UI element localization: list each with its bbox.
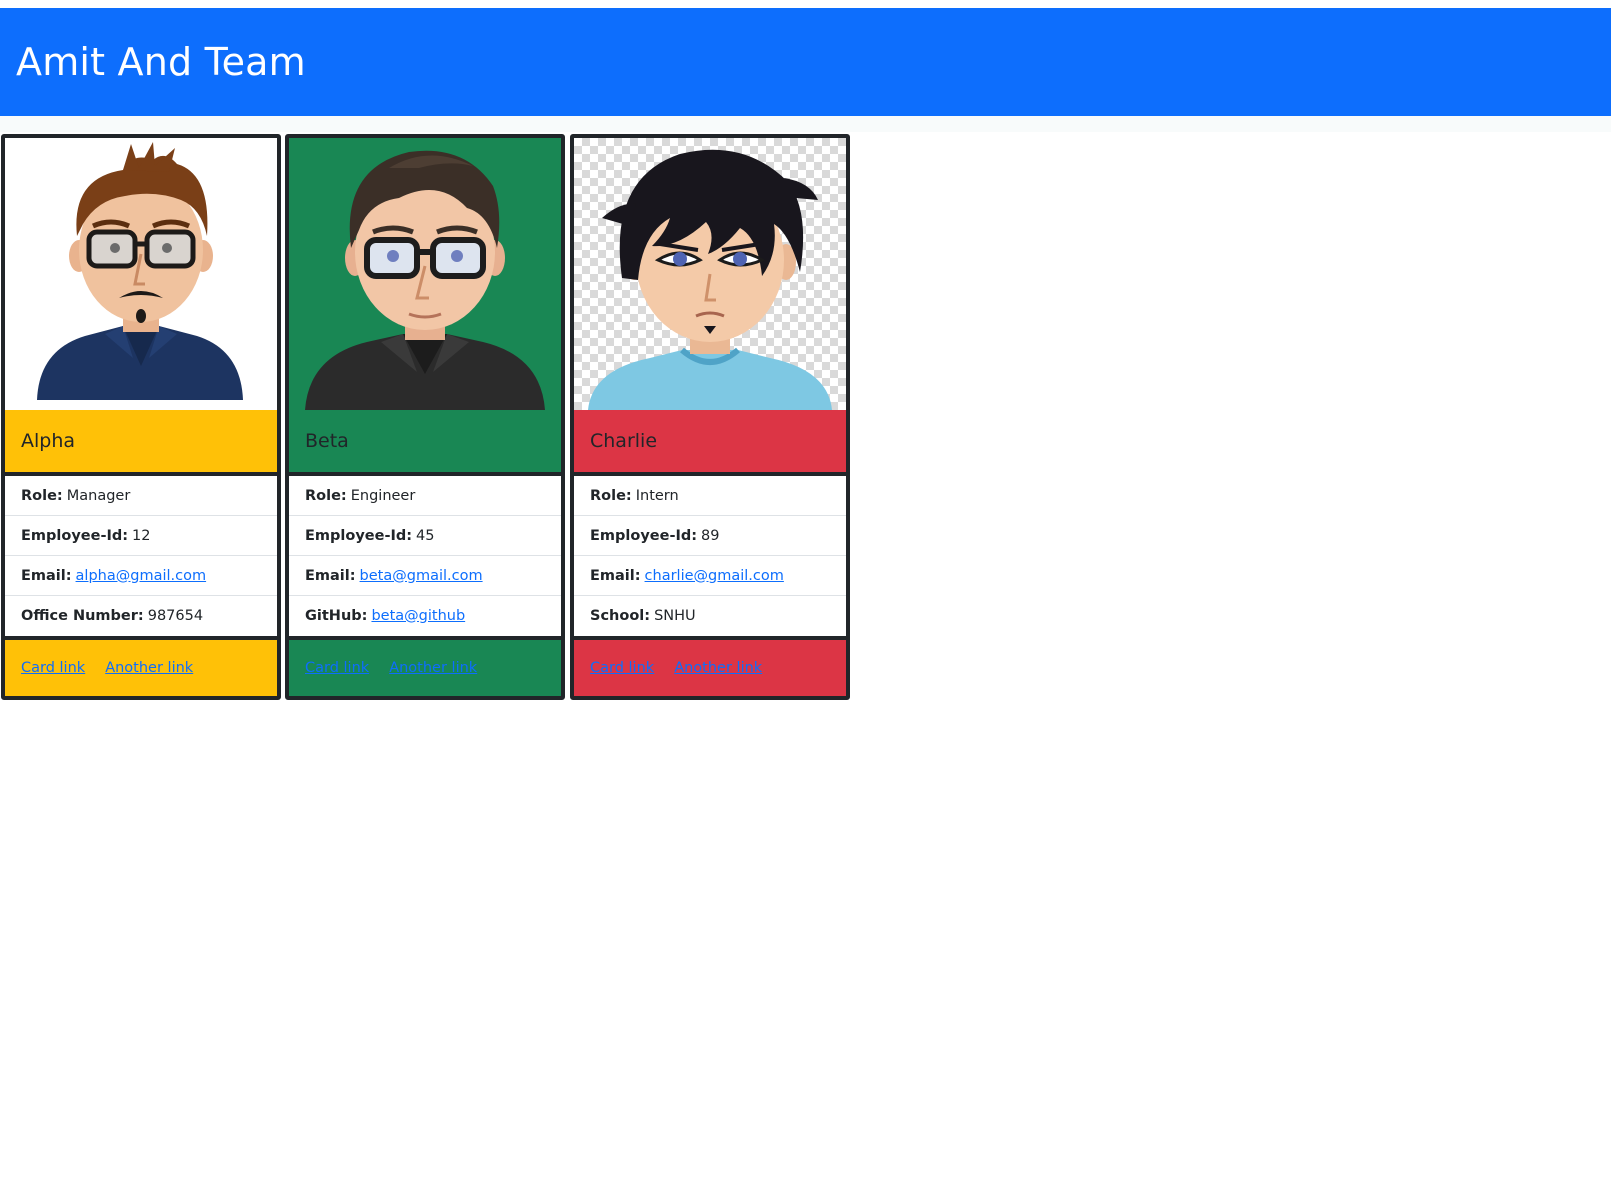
avatar-intern-icon (588, 149, 832, 410)
avatar (289, 138, 561, 410)
field-value: Manager (66, 487, 131, 504)
avatar (574, 138, 846, 410)
employee-details-list: Role: Manager Employee-Id: 12 Email: alp… (5, 476, 277, 635)
card-footer: Card link Another link (5, 636, 277, 696)
field-label: Employee-Id: (21, 527, 129, 544)
team-cards: Alpha Role: Manager Employee-Id: 12 Emai… (0, 132, 1611, 752)
avatar-manager-icon (37, 142, 243, 400)
card-link[interactable]: Card link (590, 660, 654, 676)
email-link[interactable]: alpha@gmail.com (76, 568, 207, 584)
avatar-engineer-icon (305, 150, 545, 410)
field-value: 12 (132, 527, 151, 544)
another-link[interactable]: Another link (105, 660, 193, 676)
field-value: Intern (635, 487, 679, 504)
list-item-role: Role: Intern (574, 476, 846, 516)
email-link[interactable]: beta@gmail.com (360, 568, 483, 584)
field-label: Employee-Id: (590, 527, 698, 544)
github-link[interactable]: beta@github (371, 608, 465, 624)
field-label: Role: (305, 487, 347, 504)
field-label: School: (590, 607, 651, 624)
field-label: GitHub: (305, 607, 368, 624)
avatar (5, 138, 277, 410)
card-footer: Card link Another link (289, 636, 561, 696)
list-item-employee-id: Employee-Id: 45 (289, 516, 561, 556)
employee-name: Alpha (21, 430, 76, 452)
card-link[interactable]: Card link (305, 660, 369, 676)
email-link[interactable]: charlie@gmail.com (645, 568, 784, 584)
page-title: Amit And Team (16, 40, 306, 84)
employee-name: Charlie (590, 430, 658, 452)
card-header: Alpha (5, 410, 277, 476)
field-label: Email: (21, 567, 72, 584)
list-item-school: School: SNHU (574, 596, 846, 635)
list-item-employee-id: Employee-Id: 12 (5, 516, 277, 556)
card-header: Beta (289, 410, 561, 476)
field-value: 89 (701, 527, 720, 544)
employee-card-beta: Beta Role: Engineer Employee-Id: 45 Emai… (285, 134, 565, 700)
field-label: Email: (305, 567, 356, 584)
card-link[interactable]: Card link (21, 660, 85, 676)
field-label: Email: (590, 567, 641, 584)
field-label: Employee-Id: (305, 527, 413, 544)
list-item-github: GitHub: beta@github (289, 596, 561, 635)
field-value: 45 (416, 527, 435, 544)
employee-details-list: Role: Intern Employee-Id: 89 Email: char… (574, 476, 846, 635)
another-link[interactable]: Another link (389, 660, 477, 676)
card-footer: Card link Another link (574, 636, 846, 696)
employee-card-alpha: Alpha Role: Manager Employee-Id: 12 Emai… (1, 134, 281, 700)
list-item-role: Role: Engineer (289, 476, 561, 516)
field-value: 987654 (147, 607, 204, 624)
page-header: Amit And Team (0, 8, 1611, 116)
field-label: Role: (21, 487, 63, 504)
field-label: Role: (590, 487, 632, 504)
list-item-role: Role: Manager (5, 476, 277, 516)
employee-card-charlie: Charlie Role: Intern Employee-Id: 89 Ema… (570, 134, 850, 700)
card-header: Charlie (574, 410, 846, 476)
field-value: SNHU (654, 607, 696, 624)
top-strip (0, 0, 1611, 8)
list-item-employee-id: Employee-Id: 89 (574, 516, 846, 556)
header-spacer (0, 116, 1611, 132)
list-item-email: Email: beta@gmail.com (289, 556, 561, 596)
employee-details-list: Role: Engineer Employee-Id: 45 Email: be… (289, 476, 561, 635)
list-item-email: Email: alpha@gmail.com (5, 556, 277, 596)
list-item-email: Email: charlie@gmail.com (574, 556, 846, 596)
field-value: Engineer (350, 487, 416, 504)
field-label: Office Number: (21, 607, 144, 624)
another-link[interactable]: Another link (674, 660, 762, 676)
employee-name: Beta (305, 430, 349, 452)
list-item-office-number: Office Number: 987654 (5, 596, 277, 635)
